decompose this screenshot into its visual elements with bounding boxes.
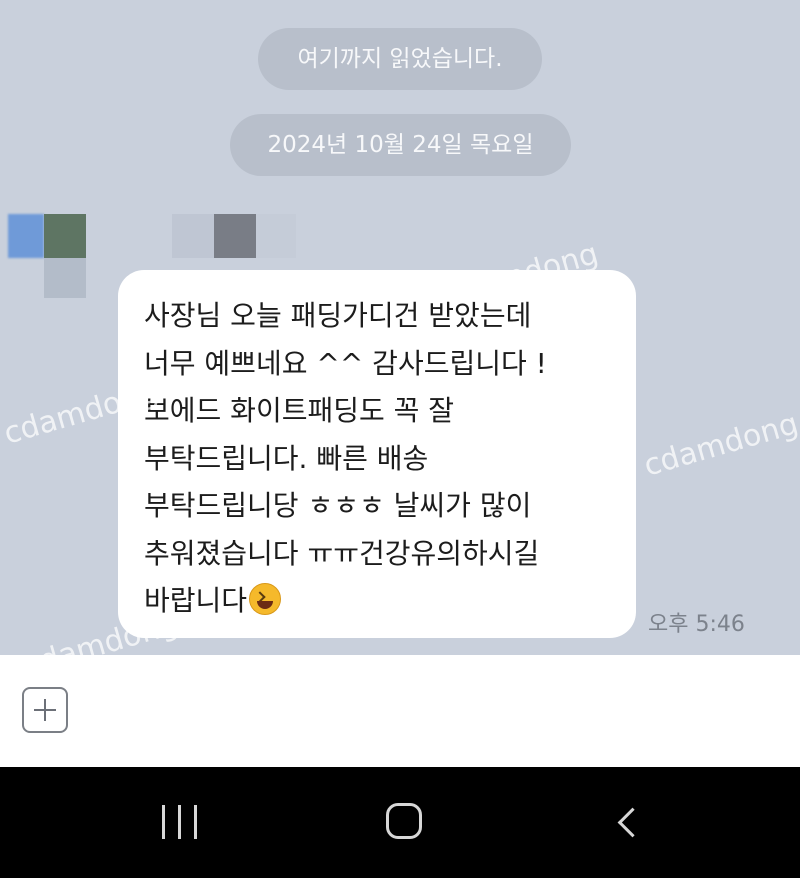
message-line: 부탁드립니당 ㅎㅎㅎ 날씨가 많이 (144, 489, 532, 522)
avatar-blur-block (44, 214, 86, 258)
system-nav-bar (0, 767, 800, 878)
grinning-squinting-face-icon (249, 583, 282, 615)
message-line: 사장님 오늘 패딩가디건 받았는데 (144, 299, 532, 332)
recents-icon[interactable] (160, 805, 200, 841)
sender-name-blur (256, 214, 296, 258)
message-line: 보에드 화이트패딩도 꼭 잘 (144, 394, 455, 427)
watermark: cdamdong (640, 406, 800, 484)
read-marker: 여기까지 읽었습니다. (258, 28, 542, 90)
message-line-last: 바랍니다 (144, 577, 612, 625)
message-line: 추워졌습니다 ㅠㅠ건강유의하시길 (144, 536, 540, 570)
message-input-bar[interactable] (0, 655, 800, 767)
avatar-blur-block (8, 214, 44, 258)
message-time: 오후 5:46 (648, 612, 745, 637)
back-icon[interactable] (617, 807, 648, 838)
avatar-blur-block (44, 258, 86, 298)
message-bubble[interactable]: 사장님 오늘 패딩가디건 받았는데 너무 예쁘네요 ^^ 감사드립니다 ! 보에… (118, 270, 636, 638)
message-line: 부탁드립니다. 빠른 배송 (144, 441, 429, 475)
home-icon[interactable] (386, 803, 422, 839)
plus-box-icon[interactable] (22, 687, 68, 733)
date-divider: 2024년 10월 24일 목요일 (230, 114, 571, 176)
message-line: 너무 예쁘네요 ^^ 감사드립니다 ! (144, 346, 547, 380)
chat-area[interactable]: 여기까지 읽었습니다. 2024년 10월 24일 목요일 사장님 오늘 패딩가… (0, 0, 800, 655)
sender-name-blur (214, 214, 256, 258)
message-line: 바랍니다 (144, 584, 248, 617)
sender-name-blur (172, 214, 214, 258)
message-text: 사장님 오늘 패딩가디건 받았는데 너무 예쁘네요 ^^ 감사드립니다 ! 보에… (144, 292, 612, 625)
